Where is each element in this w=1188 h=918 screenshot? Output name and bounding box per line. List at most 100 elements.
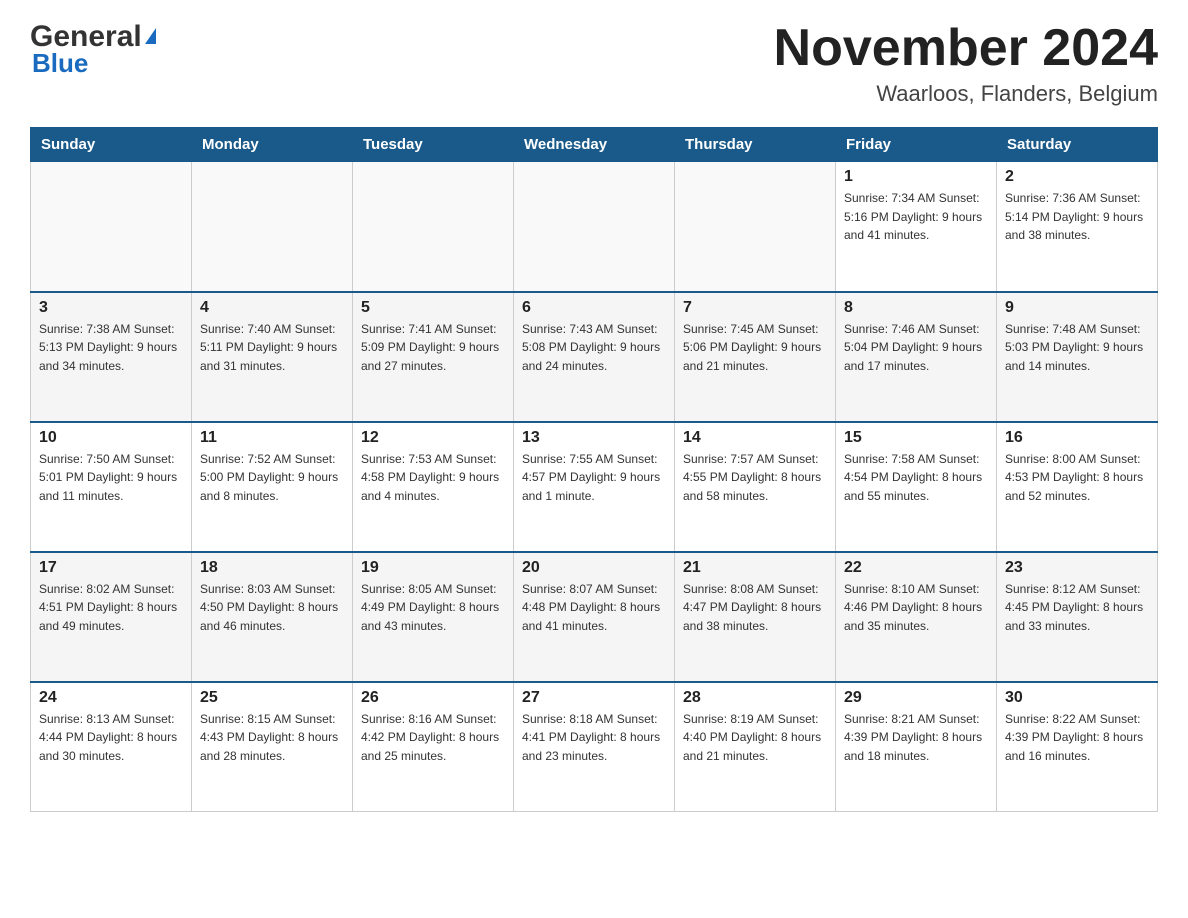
calendar-cell: 21Sunrise: 8:08 AM Sunset: 4:47 PM Dayli…: [675, 552, 836, 682]
sun-info: Sunrise: 8:21 AM Sunset: 4:39 PM Dayligh…: [844, 710, 988, 766]
day-number: 16: [1005, 429, 1149, 447]
calendar-cell: 15 Sunrise: 7:58 AM Sunset: 4:54 PM Dayli…: [836, 422, 997, 552]
sun-info: Sunrise: 7:41 AM Sunset: 5:09 PM Dayligh…: [361, 320, 505, 376]
sun-info: Sunrise: 7:57 AM Sunset: 4:55 PM Dayligh…: [683, 450, 827, 506]
sun-info: Sunrise: 8:02 AM Sunset: 4:51 PM Dayligh…: [39, 580, 183, 636]
calendar-cell: 26 Sunrise: 8:16 AM Sunset: 4:42 PM Dayli…: [353, 682, 514, 812]
day-number: 7: [683, 299, 827, 317]
sun-info: Sunrise: 8:22 AM Sunset: 4:39 PM Dayligh…: [1005, 710, 1149, 766]
logo-triangle-icon: [145, 28, 156, 44]
calendar-cell: [192, 162, 353, 292]
calendar-cell: 24 Sunrise: 8:13 AM Sunset: 4:44 PM Dayli…: [31, 682, 192, 812]
month-year-title: November 2024: [774, 20, 1158, 77]
sun-info: Sunrise: 8:15 AM Sunset: 4:43 PM Dayligh…: [200, 710, 344, 766]
sun-info: Sunrise: 7:52 AM Sunset: 5:00 PM Dayligh…: [200, 450, 344, 506]
calendar-cell: [353, 162, 514, 292]
calendar-cell: 10Sunrise: 7:50 AM Sunset: 5:01 PM Dayli…: [31, 422, 192, 552]
calendar-cell: 28 Sunrise: 8:19 AM Sunset: 4:40 PM Dayli…: [675, 682, 836, 812]
header-thursday: Thursday: [675, 128, 836, 162]
sun-info: Sunrise: 8:00 AM Sunset: 4:53 PM Dayligh…: [1005, 450, 1149, 506]
sun-info: Sunrise: 7:46 AM Sunset: 5:04 PM Dayligh…: [844, 320, 988, 376]
calendar-cell: 11 Sunrise: 7:52 AM Sunset: 5:00 PM Dayli…: [192, 422, 353, 552]
calendar-cell: 22 Sunrise: 8:10 AM Sunset: 4:46 PM Dayli…: [836, 552, 997, 682]
calendar-cell: 13 Sunrise: 7:55 AM Sunset: 4:57 PM Dayli…: [514, 422, 675, 552]
title-area: November 2024 Waarloos, Flanders, Belgiu…: [774, 20, 1158, 107]
calendar-cell: 7 Sunrise: 7:45 AM Sunset: 5:06 PM Daylig…: [675, 292, 836, 422]
calendar-cell: [31, 162, 192, 292]
header-friday: Friday: [836, 128, 997, 162]
calendar-cell: 30 Sunrise: 8:22 AM Sunset: 4:39 PM Dayli…: [997, 682, 1158, 812]
calendar-cell: 6 Sunrise: 7:43 AM Sunset: 5:08 PM Daylig…: [514, 292, 675, 422]
header-saturday: Saturday: [997, 128, 1158, 162]
sun-info: Sunrise: 7:38 AM Sunset: 5:13 PM Dayligh…: [39, 320, 183, 376]
calendar-cell: 2 Sunrise: 7:36 AM Sunset: 5:14 PM Daylig…: [997, 162, 1158, 292]
day-number: 15: [844, 429, 988, 447]
sun-info: Sunrise: 7:55 AM Sunset: 4:57 PM Dayligh…: [522, 450, 666, 506]
calendar-cell: 8 Sunrise: 7:46 AM Sunset: 5:04 PM Daylig…: [836, 292, 997, 422]
location-subtitle: Waarloos, Flanders, Belgium: [774, 81, 1158, 107]
sun-info: Sunrise: 8:05 AM Sunset: 4:49 PM Dayligh…: [361, 580, 505, 636]
day-number: 25: [200, 689, 344, 707]
day-number: 23: [1005, 559, 1149, 577]
calendar-cell: 18Sunrise: 8:03 AM Sunset: 4:50 PM Dayli…: [192, 552, 353, 682]
calendar-cell: 3 Sunrise: 7:38 AM Sunset: 5:13 PM Daylig…: [31, 292, 192, 422]
week-row-3: 17Sunrise: 8:02 AM Sunset: 4:51 PM Dayli…: [31, 552, 1158, 682]
week-row-2: 10Sunrise: 7:50 AM Sunset: 5:01 PM Dayli…: [31, 422, 1158, 552]
day-number: 28: [683, 689, 827, 707]
calendar-cell: 4 Sunrise: 7:40 AM Sunset: 5:11 PM Daylig…: [192, 292, 353, 422]
day-number: 10: [39, 429, 183, 447]
calendar-cell: 27Sunrise: 8:18 AM Sunset: 4:41 PM Dayli…: [514, 682, 675, 812]
sun-info: Sunrise: 8:19 AM Sunset: 4:40 PM Dayligh…: [683, 710, 827, 766]
day-number: 13: [522, 429, 666, 447]
calendar-cell: 19 Sunrise: 8:05 AM Sunset: 4:49 PM Dayli…: [353, 552, 514, 682]
day-number: 22: [844, 559, 988, 577]
sun-info: Sunrise: 7:43 AM Sunset: 5:08 PM Dayligh…: [522, 320, 666, 376]
header-row: Sunday Monday Tuesday Wednesday Thursday…: [31, 128, 1158, 162]
day-number: 26: [361, 689, 505, 707]
calendar-cell: 23Sunrise: 8:12 AM Sunset: 4:45 PM Dayli…: [997, 552, 1158, 682]
sun-info: Sunrise: 7:36 AM Sunset: 5:14 PM Dayligh…: [1005, 189, 1149, 245]
week-row-4: 24 Sunrise: 8:13 AM Sunset: 4:44 PM Dayli…: [31, 682, 1158, 812]
day-number: 19: [361, 559, 505, 577]
week-row-1: 3 Sunrise: 7:38 AM Sunset: 5:13 PM Daylig…: [31, 292, 1158, 422]
day-number: 3: [39, 299, 183, 317]
sun-info: Sunrise: 7:40 AM Sunset: 5:11 PM Dayligh…: [200, 320, 344, 376]
day-number: 30: [1005, 689, 1149, 707]
day-number: 4: [200, 299, 344, 317]
day-number: 12: [361, 429, 505, 447]
week-row-0: 1 Sunrise: 7:34 AM Sunset: 5:16 PM Daylig…: [31, 162, 1158, 292]
sun-info: Sunrise: 8:07 AM Sunset: 4:48 PM Dayligh…: [522, 580, 666, 636]
sun-info: Sunrise: 7:34 AM Sunset: 5:16 PM Dayligh…: [844, 189, 988, 245]
logo: General Blue: [30, 20, 156, 79]
day-number: 8: [844, 299, 988, 317]
day-number: 6: [522, 299, 666, 317]
calendar-cell: 9Sunrise: 7:48 AM Sunset: 5:03 PM Daylig…: [997, 292, 1158, 422]
logo-blue: Blue: [32, 48, 88, 79]
calendar-cell: [675, 162, 836, 292]
day-number: 5: [361, 299, 505, 317]
header-tuesday: Tuesday: [353, 128, 514, 162]
page-header: General Blue November 2024 Waarloos, Fla…: [30, 20, 1158, 107]
sun-info: Sunrise: 7:53 AM Sunset: 4:58 PM Dayligh…: [361, 450, 505, 506]
sun-info: Sunrise: 8:03 AM Sunset: 4:50 PM Dayligh…: [200, 580, 344, 636]
sun-info: Sunrise: 7:45 AM Sunset: 5:06 PM Dayligh…: [683, 320, 827, 376]
day-number: 14: [683, 429, 827, 447]
sun-info: Sunrise: 8:13 AM Sunset: 4:44 PM Dayligh…: [39, 710, 183, 766]
sun-info: Sunrise: 7:48 AM Sunset: 5:03 PM Dayligh…: [1005, 320, 1149, 376]
day-number: 24: [39, 689, 183, 707]
sun-info: Sunrise: 7:58 AM Sunset: 4:54 PM Dayligh…: [844, 450, 988, 506]
calendar-cell: 20 Sunrise: 8:07 AM Sunset: 4:48 PM Dayli…: [514, 552, 675, 682]
day-number: 27: [522, 689, 666, 707]
day-number: 11: [200, 429, 344, 447]
header-wednesday: Wednesday: [514, 128, 675, 162]
calendar-cell: 12 Sunrise: 7:53 AM Sunset: 4:58 PM Dayli…: [353, 422, 514, 552]
sun-info: Sunrise: 8:16 AM Sunset: 4:42 PM Dayligh…: [361, 710, 505, 766]
calendar-cell: [514, 162, 675, 292]
day-number: 2: [1005, 168, 1149, 186]
sun-info: Sunrise: 8:10 AM Sunset: 4:46 PM Dayligh…: [844, 580, 988, 636]
sun-info: Sunrise: 8:08 AM Sunset: 4:47 PM Dayligh…: [683, 580, 827, 636]
day-number: 1: [844, 168, 988, 186]
day-number: 20: [522, 559, 666, 577]
calendar-cell: 17Sunrise: 8:02 AM Sunset: 4:51 PM Dayli…: [31, 552, 192, 682]
header-monday: Monday: [192, 128, 353, 162]
